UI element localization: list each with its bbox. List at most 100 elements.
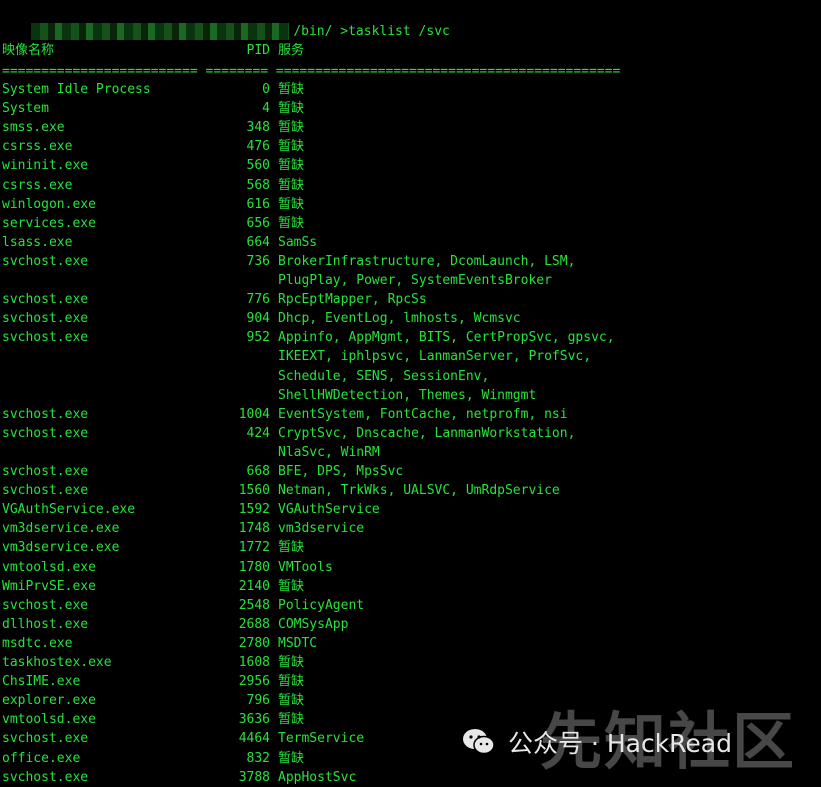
process-pid: 560 xyxy=(246,158,270,174)
table-row: VGAuthService.exe 1592 VGAuthService xyxy=(0,500,821,519)
process-services: 暂缺 xyxy=(278,158,305,174)
table-row: dllhost.exe 2688 COMSysApp xyxy=(0,615,821,634)
process-pid: 616 xyxy=(246,196,270,212)
process-pid: 1004 xyxy=(238,406,270,422)
process-name: dllhost.exe xyxy=(2,616,89,632)
process-pid: 3788 xyxy=(238,769,270,785)
process-name: svchost.exe xyxy=(2,330,89,346)
process-pid: 568 xyxy=(246,177,270,193)
process-name: svchost.exe xyxy=(2,425,89,441)
process-pid: 348 xyxy=(246,120,270,136)
process-services: TermService xyxy=(278,731,365,747)
table-header: 映像名称 PID 服务 xyxy=(0,41,821,60)
process-pid: 4464 xyxy=(238,731,270,747)
table-row: svchost.exe 736 BrokerInfrastructure, Dcom… xyxy=(0,252,821,271)
process-pid: 2688 xyxy=(238,616,270,632)
process-services: CryptSvc, Dnscache, LanmanWorkstation, xyxy=(278,425,576,441)
header-pid: PID xyxy=(246,43,270,58)
process-pid: 0 xyxy=(262,82,270,97)
process-services: 暂缺 xyxy=(278,712,305,728)
process-pid: 1772 xyxy=(238,540,270,556)
process-pid: 3636 xyxy=(238,712,270,728)
process-pid: 656 xyxy=(246,215,270,231)
process-pid: 1608 xyxy=(238,655,270,670)
process-pid: 668 xyxy=(246,464,270,479)
process-pid: 832 xyxy=(246,750,270,766)
process-services: SamSs xyxy=(278,234,318,250)
process-services: AppHostSvc xyxy=(278,769,357,785)
wechat-watermark: 公众号 · HackRead xyxy=(462,718,732,766)
process-pid: 2956 xyxy=(238,674,270,690)
process-services: 暂缺 xyxy=(278,120,305,136)
wechat-icon xyxy=(463,729,495,755)
table-row: wininit.exe 560 暂缺 xyxy=(0,156,821,175)
terminal-window: /bin/ >tasklist /svc 映像名称 PID 服务 =======… xyxy=(0,0,821,786)
header-separator: ========================= ======== =====… xyxy=(2,64,621,79)
process-name: msdtc.exe xyxy=(2,635,73,651)
command-text: /bin/ >tasklist /svc xyxy=(293,24,450,39)
table-row: svchost.exe 952 Appinfo, AppMgmt, BITS, Ce… xyxy=(0,328,821,347)
process-services: vm3dservice xyxy=(278,521,365,537)
table-row: System Idle Process 0 暂缺 xyxy=(0,80,821,99)
process-name: svchost.exe xyxy=(2,311,89,327)
process-services-continued: Schedule, SENS, SessionEnv, xyxy=(278,368,490,384)
header-image-name: 映像名称 xyxy=(2,43,55,58)
process-pid: 4 xyxy=(262,101,270,117)
process-services: Dhcp, EventLog, lmhosts, Wcmsvc xyxy=(278,311,521,327)
process-name: lsass.exe xyxy=(2,234,73,250)
process-name: office.exe xyxy=(2,750,81,766)
process-name: explorer.exe xyxy=(2,693,96,709)
process-name: vm3dservice.exe xyxy=(2,521,120,537)
process-services: 暂缺 xyxy=(278,177,305,193)
process-name: svchost.exe xyxy=(2,292,89,308)
process-services: 暂缺 xyxy=(278,101,305,117)
process-name: vm3dservice.exe xyxy=(2,540,120,556)
process-name: smss.exe xyxy=(2,120,65,136)
table-row: svchost.exe 1560 Netman, TrkWks, UALSVC, U… xyxy=(0,481,821,500)
table-row: WmiPrvSE.exe 2140 暂缺 xyxy=(0,577,821,596)
process-name: svchost.exe xyxy=(2,406,89,422)
process-services: Netman, TrkWks, UALSVC, UmRdpService xyxy=(278,483,560,499)
process-name: svchost.exe xyxy=(2,483,89,499)
process-services: 暂缺 xyxy=(278,215,305,231)
process-pid: 2780 xyxy=(238,635,270,651)
table-row: svchost.exe 904 Dhcp, EventLog, lmhosts, W… xyxy=(0,309,821,328)
process-name: svchost.exe xyxy=(2,253,89,269)
process-name: wininit.exe xyxy=(2,158,89,174)
process-pid: 664 xyxy=(246,234,270,250)
process-services: 暂缺 xyxy=(278,693,305,709)
process-name: vmtoolsd.exe xyxy=(2,559,96,575)
process-pid: 424 xyxy=(246,425,270,441)
process-pid: 952 xyxy=(246,330,270,346)
process-name: taskhostex.exe xyxy=(2,655,112,670)
process-pid: 796 xyxy=(246,693,270,709)
table-row: svchost.exe 1004 EventSystem, FontCache, n… xyxy=(0,405,821,424)
process-services: COMSysApp xyxy=(278,616,349,632)
process-name: VGAuthService.exe xyxy=(2,502,136,518)
process-pid: 476 xyxy=(246,139,270,155)
process-pid: 2140 xyxy=(238,578,270,594)
process-pid: 1748 xyxy=(238,521,270,537)
table-row: vmtoolsd.exe 1780 VMTools xyxy=(0,558,821,577)
process-services: 暂缺 xyxy=(278,540,305,556)
process-pid: 2548 xyxy=(238,597,270,613)
process-services: RpcEptMapper, RpcSs xyxy=(278,292,427,308)
process-pid: 1780 xyxy=(238,559,270,575)
process-services: BrokerInfrastructure, DcomLaunch, LSM, xyxy=(278,253,576,269)
process-pid: 1592 xyxy=(238,502,270,518)
header-services: 服务 xyxy=(278,43,305,58)
process-name: csrss.exe xyxy=(2,177,73,193)
process-services: 暂缺 xyxy=(278,750,305,766)
table-row: lsass.exe 664 SamSs xyxy=(0,233,821,252)
process-pid: 776 xyxy=(246,292,270,308)
process-name: WmiPrvSE.exe xyxy=(2,578,96,594)
process-name: csrss.exe xyxy=(2,139,73,155)
process-services: 暂缺 xyxy=(278,139,305,155)
table-row: svchost.exe 776 RpcEptMapper, RpcSs xyxy=(0,290,821,309)
process-services-continued: PlugPlay, Power, SystemEventsBroker xyxy=(278,273,552,288)
process-services: VGAuthService xyxy=(278,502,380,518)
process-name: winlogon.exe xyxy=(2,196,96,212)
table-row: svchost.exe 668 BFE, DPS, MpsSvc xyxy=(0,462,821,481)
process-pid: 904 xyxy=(246,311,270,327)
table-row: csrss.exe 568 暂缺 xyxy=(0,176,821,195)
